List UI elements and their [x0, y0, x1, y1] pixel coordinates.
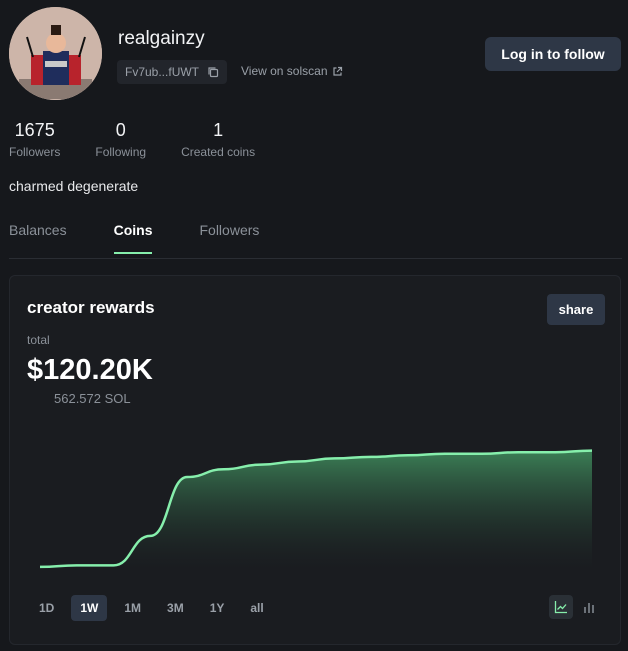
avatar-image — [9, 7, 102, 100]
stat-label: Created coins — [181, 145, 256, 159]
profile-tabs: Balances Coins Followers — [9, 222, 306, 254]
tab-coins[interactable]: Coins — [113, 222, 153, 254]
stat-label: Following — [95, 145, 147, 159]
tab-followers[interactable]: Followers — [199, 222, 259, 254]
stat-following[interactable]: 0 Following — [95, 120, 146, 159]
profile-stats: 1675 Followers 0 Following 1 Created coi… — [9, 120, 290, 159]
range-3m[interactable]: 3M — [158, 595, 193, 621]
time-range-selector: 1D 1W 1M 3M 1Y all — [30, 595, 273, 621]
total-label: total — [27, 333, 50, 347]
bar-chart-icon — [584, 603, 594, 613]
share-button[interactable]: share — [547, 294, 605, 325]
stat-followers[interactable]: 1675 Followers — [9, 120, 60, 159]
tab-divider — [9, 258, 622, 259]
avatar — [9, 7, 102, 100]
line-chart-toggle[interactable] — [549, 595, 573, 619]
wallet-address: Fv7ub...fUWT — [125, 65, 200, 79]
username: realgainzy — [118, 28, 205, 49]
range-all[interactable]: all — [241, 595, 272, 621]
stat-label: Followers — [9, 145, 61, 159]
external-link-icon — [332, 66, 342, 76]
copy-icon[interactable] — [207, 66, 219, 78]
stat-value: 1675 — [14, 120, 55, 140]
range-1m[interactable]: 1M — [115, 595, 150, 621]
tab-balances[interactable]: Balances — [9, 222, 67, 254]
solscan-label: View on solscan — [241, 64, 328, 78]
solscan-link[interactable]: View on solscan — [241, 64, 343, 78]
line-chart-icon — [554, 601, 567, 614]
range-1y[interactable]: 1Y — [201, 595, 234, 621]
log-in-to-follow-button[interactable]: Log in to follow — [485, 37, 621, 71]
profile-bio: charmed degenerate — [9, 178, 139, 194]
stat-created-coins: 1 Created coins — [181, 120, 255, 159]
total-sol: 562.572 SOL — [54, 391, 131, 406]
chart-area-fill — [40, 450, 592, 570]
range-1d[interactable]: 1D — [30, 595, 63, 621]
rewards-chart — [39, 449, 593, 570]
card-title: creator rewards — [27, 298, 155, 317]
address-copy-chip[interactable]: Fv7ub...fUWT — [117, 60, 228, 84]
creator-rewards-card: creator rewards share total $120.20K 562… — [9, 275, 621, 645]
range-1w[interactable]: 1W — [71, 595, 108, 621]
stat-value: 0 — [115, 120, 126, 140]
bar-chart-toggle[interactable] — [577, 595, 601, 619]
total-value: $120.20K — [27, 354, 153, 386]
stat-value: 1 — [213, 120, 224, 140]
